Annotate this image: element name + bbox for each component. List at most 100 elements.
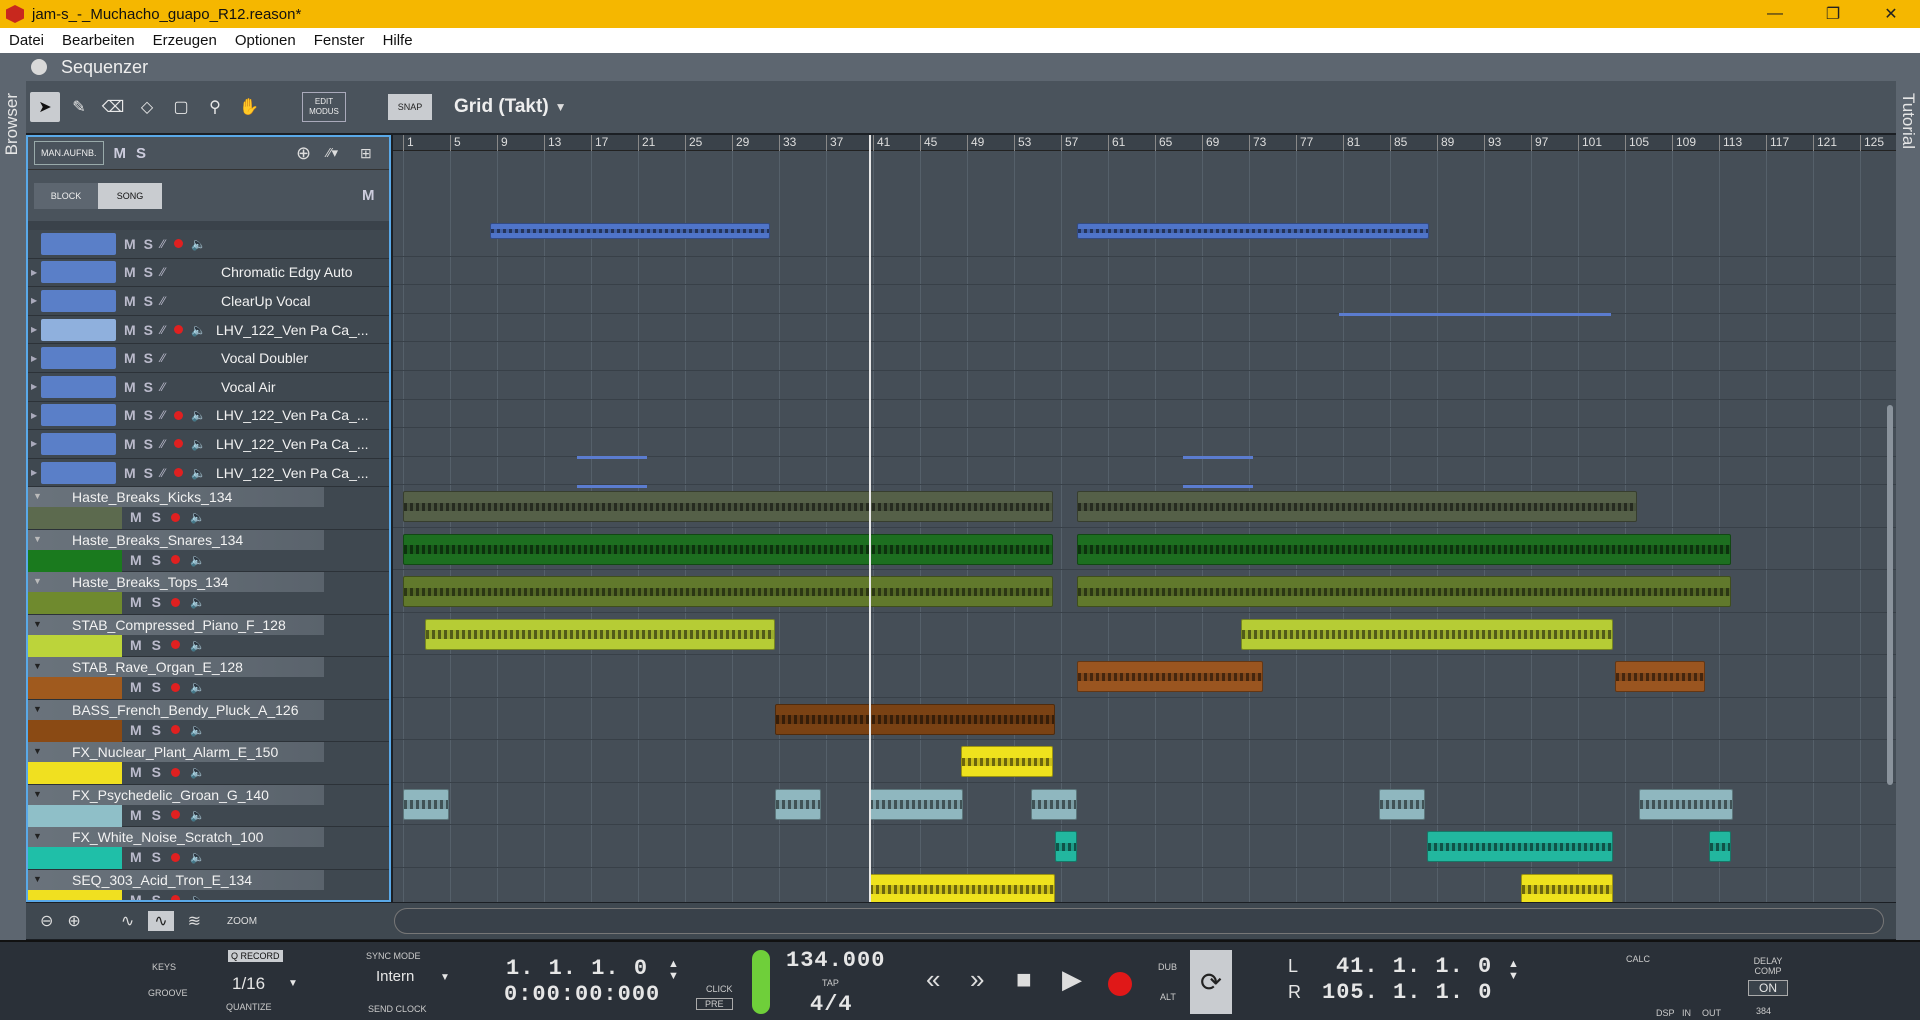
record-enable-icon[interactable]: [171, 810, 181, 820]
track-name[interactable]: LHV_122_Ven Pa Ca_...: [216, 322, 369, 338]
solo-button[interactable]: S: [144, 322, 153, 338]
solo-button[interactable]: S: [152, 637, 161, 653]
eraser-tool-icon[interactable]: ⌫: [98, 92, 128, 122]
mute-button[interactable]: M: [124, 322, 136, 338]
block-mode-button[interactable]: BLOCK: [34, 182, 98, 209]
clip[interactable]: [1077, 661, 1263, 693]
solo-button[interactable]: S: [144, 379, 153, 395]
automation-line[interactable]: [1339, 313, 1611, 316]
waveform-large-icon[interactable]: ≋: [188, 911, 201, 931]
clip[interactable]: [775, 788, 821, 820]
tutorial-tab[interactable]: Tutorial: [1898, 93, 1918, 149]
clip[interactable]: [1055, 831, 1077, 863]
collapse-arrow-icon[interactable]: ▼: [33, 661, 42, 671]
grid-dropdown[interactable]: Grid (Takt): [454, 96, 549, 118]
send-clock-label[interactable]: SEND CLOCK: [368, 1004, 427, 1014]
device-thumbnail[interactable]: [28, 677, 122, 700]
select-tool-arrow-icon[interactable]: ➤: [30, 92, 60, 122]
speaker-icon[interactable]: 🔈: [190, 553, 205, 567]
minimize-button[interactable]: —: [1746, 0, 1804, 28]
solo-button[interactable]: S: [152, 722, 161, 738]
automation-icon[interactable]: ⁄⁄: [161, 437, 165, 451]
razor-tool-icon[interactable]: ◇: [132, 92, 162, 122]
zoom-out-icon[interactable]: ⊖: [40, 911, 53, 931]
track-row[interactable]: ▶ M S ⁄⁄ 🔈 LHV_122_Ven Pa Ca_...: [28, 430, 389, 459]
solo-button[interactable]: S: [144, 436, 153, 452]
automation-icon[interactable]: ⁄⁄: [161, 466, 165, 480]
sync-mode-select[interactable]: Intern: [376, 968, 414, 985]
collapse-arrow-icon[interactable]: ▼: [33, 576, 42, 586]
mute-button[interactable]: M: [124, 264, 136, 280]
clip[interactable]: [403, 576, 1053, 608]
automation-line[interactable]: [577, 456, 647, 459]
track-lane[interactable]: [393, 400, 1896, 429]
quantize-value[interactable]: 1/16: [232, 974, 265, 994]
mute-button[interactable]: M: [130, 594, 142, 610]
device-thumbnail[interactable]: [28, 889, 122, 900]
clip[interactable]: [1241, 618, 1613, 650]
automation-icon[interactable]: ⁄⁄: [161, 237, 165, 251]
record-enable-icon[interactable]: [171, 895, 181, 900]
record-enable-icon[interactable]: [174, 468, 184, 478]
solo-button[interactable]: S: [144, 350, 153, 366]
maximize-button[interactable]: ❐: [1804, 0, 1862, 28]
clip[interactable]: [775, 703, 1055, 735]
audio-track-row[interactable]: ▼ BASS_French_Bendy_Pluck_A_126 M S 🔈: [28, 699, 389, 743]
expand-arrow-icon[interactable]: ▶: [31, 268, 39, 277]
browser-strip[interactable]: Browser: [0, 53, 26, 943]
clip[interactable]: [1031, 788, 1077, 820]
expand-arrow-icon[interactable]: ▶: [31, 296, 39, 305]
mute-button[interactable]: M: [130, 679, 142, 695]
quantize-dropdown-icon[interactable]: ▼: [288, 978, 298, 989]
track-row[interactable]: ▶ M S ⁄⁄ ClearUp Vocal: [28, 287, 389, 316]
expand-arrow-icon[interactable]: ▶: [31, 382, 39, 391]
manual-record-button[interactable]: MAN.AUFNB.: [34, 141, 104, 165]
solo-button[interactable]: S: [152, 594, 161, 610]
play-icon[interactable]: ▶: [1062, 964, 1082, 995]
automation-icon[interactable]: ⁄⁄: [161, 380, 165, 394]
menu-optionen[interactable]: Optionen: [226, 32, 305, 49]
menu-datei[interactable]: Datei: [0, 32, 53, 49]
record-enable-icon[interactable]: [171, 852, 181, 862]
clip[interactable]: [1077, 491, 1637, 523]
track-name[interactable]: STAB_Compressed_Piano_F_128: [72, 617, 286, 633]
record-enable-icon[interactable]: [171, 640, 181, 650]
track-name[interactable]: Haste_Breaks_Tops_134: [72, 574, 228, 590]
edit-mode-button[interactable]: EDIT MODUS: [302, 92, 346, 122]
mute-button[interactable]: M: [124, 379, 136, 395]
record-enable-icon[interactable]: [171, 555, 181, 565]
clip[interactable]: [1615, 661, 1705, 693]
device-thumbnail[interactable]: [41, 318, 116, 341]
record-enable-icon[interactable]: [174, 239, 184, 249]
expand-arrow-icon[interactable]: ▶: [31, 325, 39, 334]
speaker-icon[interactable]: 🔈: [190, 680, 205, 694]
delay-comp-on-button[interactable]: ON: [1748, 980, 1788, 996]
device-thumbnail[interactable]: [41, 232, 116, 255]
clip[interactable]: [403, 491, 1053, 523]
track-lane[interactable]: [393, 314, 1896, 343]
collapse-arrow-icon[interactable]: ▼: [33, 831, 42, 841]
track-name[interactable]: BASS_French_Bendy_Pluck_A_126: [72, 702, 298, 718]
stop-icon[interactable]: ■: [1016, 964, 1032, 995]
collapse-arrow-icon[interactable]: ▼: [33, 704, 42, 714]
clip[interactable]: [1427, 831, 1613, 863]
record-enable-icon[interactable]: [174, 325, 184, 335]
pencil-tool-icon[interactable]: ✎: [64, 92, 94, 122]
solo-button[interactable]: S: [144, 236, 153, 252]
solo-button[interactable]: S: [152, 552, 161, 568]
browser-tab[interactable]: Browser: [2, 93, 22, 155]
clip[interactable]: [869, 788, 963, 820]
track-name[interactable]: LHV_122_Ven Pa Ca_...: [216, 436, 369, 452]
track-lane[interactable]: [393, 342, 1896, 371]
clip[interactable]: [1077, 223, 1429, 239]
device-thumbnail[interactable]: [28, 634, 122, 657]
track-lane[interactable]: [393, 428, 1896, 457]
tap-button[interactable]: TAP: [822, 978, 839, 988]
automation-icon[interactable]: ⁄⁄: [161, 265, 165, 279]
loop-right-display[interactable]: 105. 1. 1. 0: [1322, 980, 1492, 1005]
audio-track-row[interactable]: ▼ FX_Psychedelic_Groan_G_140 M S 🔈: [28, 784, 389, 828]
speaker-icon[interactable]: 🔈: [190, 638, 205, 652]
device-thumbnail[interactable]: [41, 461, 116, 484]
add-track-icon[interactable]: ⊕: [296, 143, 311, 164]
track-row[interactable]: ▶ M S ⁄⁄ Chromatic Edgy Auto: [28, 258, 389, 288]
